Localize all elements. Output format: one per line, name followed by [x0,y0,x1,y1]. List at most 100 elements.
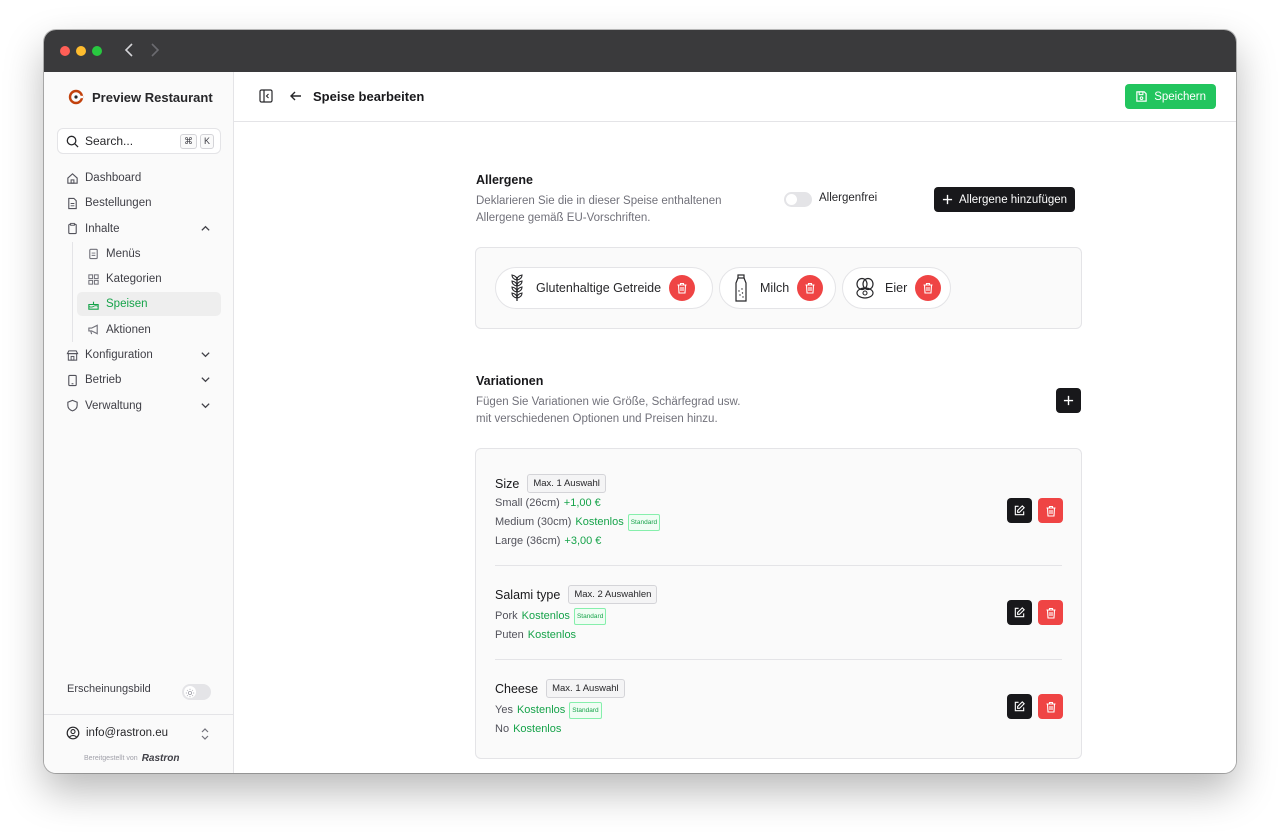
allergen-label: Glutenhaltige Getreide [536,281,662,295]
sidebar-item-menus[interactable]: Menüs [77,242,221,266]
remove-allergen-button[interactable] [669,275,696,301]
browser-window: Preview Restaurant Search... ⌘ K Dashboa… [44,30,1236,773]
chevron-down-icon[interactable] [200,400,211,411]
minimize-window-button[interactable] [76,46,86,56]
variations-desc-line: mit verschiedenen Optionen und Preisen h… [476,413,718,425]
option-price: Kostenlos [575,516,624,528]
sidebar-item-label: Betrieb [85,374,122,387]
maximize-window-button[interactable] [92,46,102,56]
chevron-down-icon[interactable] [200,349,211,360]
chevron-up-icon[interactable] [200,223,211,234]
forward-icon[interactable] [150,42,160,60]
add-allergens-label: Allergene hinzufügen [959,193,1068,206]
clipboard-list-icon [89,249,98,260]
powered-by-text: Bereitgestellt von [84,755,138,762]
sidebar-item-inhalte[interactable]: Inhalte [57,217,221,241]
variation-group-size: Size Max. 1 Auswahl Small (26cm) +1,00 €… [495,474,1062,548]
shortcut-k-key: K [199,134,214,149]
max-selection-badge: Max. 2 Auswahlen [568,585,658,604]
variation-option: Large (36cm) +3,00 € [495,535,1062,548]
chevron-down-icon[interactable] [200,374,211,385]
delete-variation-button[interactable] [1038,694,1063,719]
sidebar-item-verwaltung[interactable]: Verwaltung [57,394,221,418]
edit-icon [1014,607,1025,618]
variations-description: Fügen Sie Variationen wie Größe, Schärfe… [476,394,776,428]
option-price: Kostenlos [527,629,577,641]
back-icon[interactable] [124,42,134,60]
brand[interactable]: Preview Restaurant [68,89,213,105]
sun-icon [184,686,196,698]
variation-group-salami-type: Salami type Max. 2 Auswahlen Pork Kosten… [495,585,1062,642]
variations-desc-line: Fügen Sie Variationen wie Größe, Schärfe… [476,396,741,408]
trash-icon [677,282,687,294]
milk-bottle-icon [735,274,747,302]
sidebar-item-kategorien[interactable]: Kategorien [77,267,221,291]
trash-icon [805,282,815,294]
sidebar-toggle-icon[interactable] [259,89,273,103]
plus-icon [1063,395,1074,406]
trash-icon [1046,607,1055,619]
page-title: Speise bearbeiten [313,89,425,104]
allergen-label: Eier [885,281,908,295]
allergen-free-toggle[interactable] [784,192,812,207]
account-email: info@rastron.eu [86,727,168,739]
sidebar-item-konfiguration[interactable]: Konfiguration [57,343,221,367]
allergens-description: Deklarieren Sie die in dieser Speise ent… [476,193,776,227]
sidebar-item-bestellungen[interactable]: Bestellungen [57,191,221,215]
appearance-toggle[interactable] [182,684,211,700]
edit-icon [1014,505,1025,516]
main-content: Speise bearbeiten Speichern Allergene De… [234,72,1236,773]
standard-badge: Standard [569,702,602,719]
arrow-left-icon[interactable] [289,89,303,103]
sidebar-item-dashboard[interactable]: Dashboard [57,166,221,190]
sidebar-item-betrieb[interactable]: Betrieb [57,368,221,392]
user-circle-icon [66,726,80,740]
delete-variation-button[interactable] [1038,498,1063,523]
add-variation-button[interactable] [1056,388,1081,413]
delete-variation-button[interactable] [1038,600,1063,625]
variation-option: Medium (30cm) Kostenlos Standard [495,514,1062,531]
chevrons-up-down-icon[interactable] [200,727,210,741]
edit-variation-button[interactable] [1007,600,1032,625]
allergens-card: Glutenhaltige Getreide Milch Eier [475,247,1082,329]
edit-variation-button[interactable] [1007,694,1032,719]
sidebar-item-label: Aktionen [106,323,151,336]
variation-divider [495,565,1062,566]
option-price: +3,00 € [564,535,602,547]
cake-icon [88,301,99,310]
option-label: Puten [495,629,524,641]
option-label: Pork [495,610,518,622]
sidebar-item-label: Dashboard [85,172,142,184]
eggs-icon [856,277,874,299]
sidebar-item-speisen[interactable]: Speisen [77,292,221,317]
variation-option: Puten Kostenlos [495,629,1062,642]
search-input[interactable]: Search... ⌘ K [57,128,221,154]
edit-variation-button[interactable] [1007,498,1032,523]
option-label: Large (36cm) [495,535,561,547]
variation-actions [1007,498,1063,523]
appearance-label: Erscheinungsbild [67,683,151,695]
option-label: Medium (30cm) [495,516,572,528]
variations-card: Size Max. 1 Auswahl Small (26cm) +1,00 €… [475,448,1082,759]
powered-by-brand[interactable]: Rastron [142,753,180,764]
option-price: Kostenlos [513,723,562,735]
close-window-button[interactable] [60,46,70,56]
save-icon [1136,91,1147,102]
sidebar-nav: Dashboard Bestellungen Inhalte Menüs Kat… [57,166,221,419]
trash-icon [1046,701,1055,713]
remove-allergen-button[interactable] [915,275,942,301]
variations-title: Variationen [476,374,544,388]
save-button[interactable]: Speichern [1125,84,1216,109]
remove-allergen-button[interactable] [797,275,824,301]
toggle-knob [786,194,797,205]
variation-name: Salami type [495,587,561,602]
grid-icon [88,274,99,285]
account-menu[interactable]: info@rastron.eu [66,726,168,740]
add-allergens-button[interactable]: Allergene hinzufügen [934,187,1076,212]
variation-option: Yes Kostenlos Standard [495,702,1062,719]
megaphone-icon [88,324,98,335]
option-price: Kostenlos [516,704,566,716]
option-price: +1,00 € [563,497,601,509]
powered-by: Bereitgestellt von Rastron [84,753,180,764]
sidebar-item-aktionen[interactable]: Aktionen [77,318,221,342]
